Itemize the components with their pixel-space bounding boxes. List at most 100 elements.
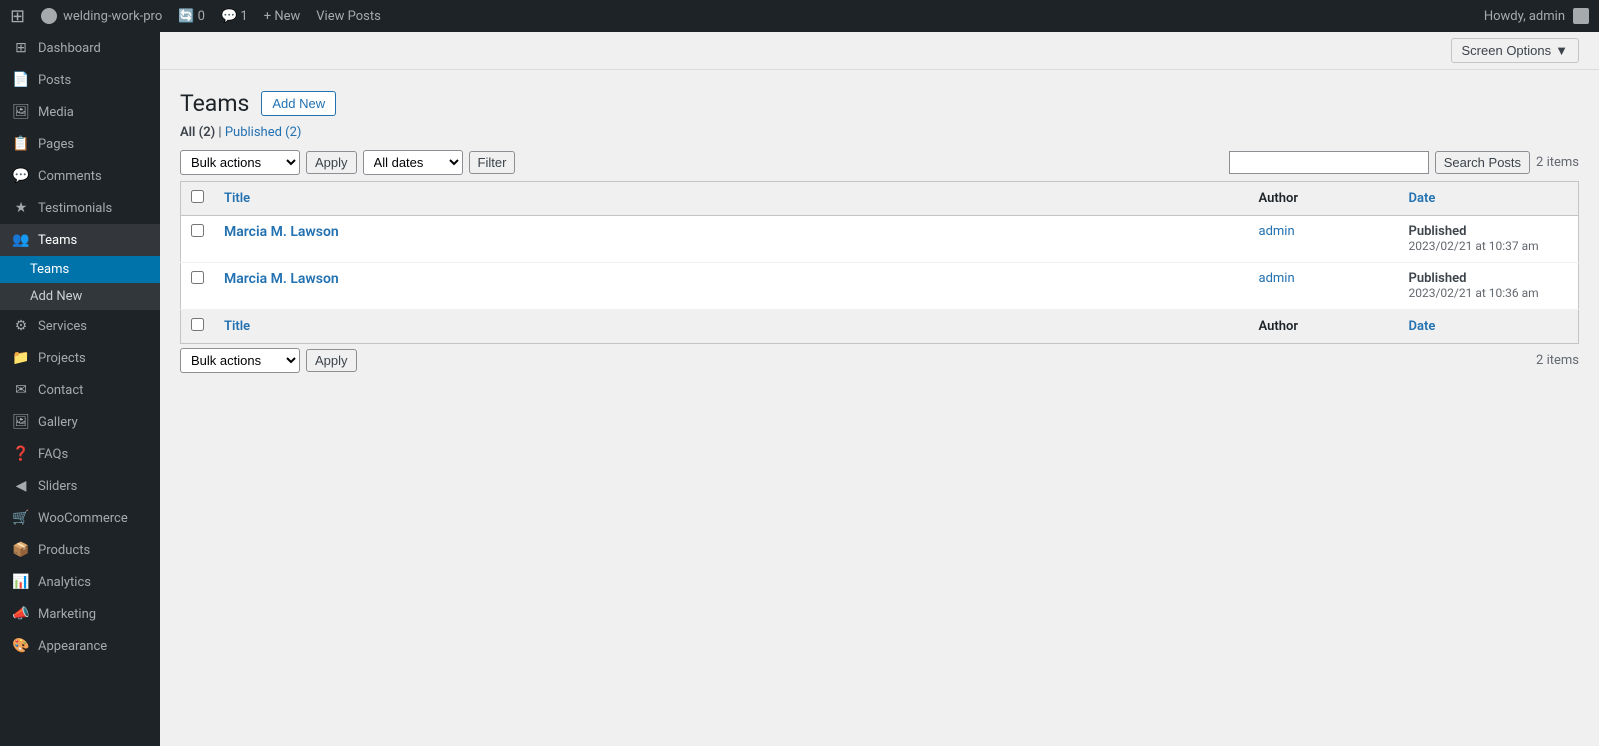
sidebar-item-label: Marketing bbox=[38, 607, 96, 622]
sidebar-item-projects[interactable]: 📁 Projects bbox=[0, 342, 160, 374]
row-date-cell: Published 2023/02/21 at 10:37 am bbox=[1399, 216, 1579, 263]
sidebar-item-label: Testimonials bbox=[38, 201, 112, 216]
row-date-cell: Published 2023/02/21 at 10:36 am bbox=[1399, 263, 1579, 310]
date-footer-header: Date bbox=[1399, 310, 1579, 344]
search-posts-input[interactable] bbox=[1229, 151, 1429, 174]
screen-options-button[interactable]: Screen Options ▼ bbox=[1451, 38, 1579, 63]
table-row: Marcia M. Lawson admin Published 2023/02… bbox=[181, 263, 1579, 310]
sidebar-item-products[interactable]: 📦 Products bbox=[0, 534, 160, 566]
sidebar-item-appearance[interactable]: 🎨 Appearance bbox=[0, 630, 160, 662]
main-content: Screen Options ▼ Teams Add New All (2) |… bbox=[160, 32, 1599, 746]
posts-table: Title Author Date Marcia M. Lawson ad bbox=[180, 181, 1579, 344]
author-link[interactable]: admin bbox=[1259, 224, 1295, 239]
tablenav-bottom: Bulk actions Apply 2 items bbox=[180, 348, 1579, 373]
admin-sidebar: ⊞ Dashboard 📄 Posts 🖼 Media 📋 Pages 💬 Co… bbox=[0, 32, 160, 746]
tablenav-left-top: Bulk actions Apply All dates Filter bbox=[180, 150, 515, 175]
sidebar-item-posts[interactable]: 📄 Posts bbox=[0, 64, 160, 96]
teams-icon: 👥 bbox=[12, 232, 30, 248]
row-checkbox[interactable] bbox=[191, 224, 204, 237]
projects-icon: 📁 bbox=[12, 350, 30, 366]
sidebar-item-testimonials[interactable]: ★ Testimonials bbox=[0, 192, 160, 224]
admin-bar: ⊞ welding-work-pro 🔄 0 💬 1 + New View Po… bbox=[0, 0, 1599, 32]
sidebar-item-dashboard[interactable]: ⊞ Dashboard bbox=[0, 32, 160, 64]
sidebar-item-sliders[interactable]: ◀ Sliders bbox=[0, 470, 160, 502]
sidebar-item-teams[interactable]: 👥 Teams bbox=[0, 224, 160, 256]
sidebar-item-faqs[interactable]: ❓ FAQs bbox=[0, 438, 160, 470]
table-body: Marcia M. Lawson admin Published 2023/02… bbox=[181, 216, 1579, 310]
woocommerce-icon: 🛒 bbox=[12, 510, 30, 526]
sidebar-item-gallery[interactable]: 🖼 Gallery bbox=[0, 406, 160, 438]
sidebar-item-services[interactable]: ⚙ Services bbox=[0, 310, 160, 342]
sidebar-item-pages[interactable]: 📋 Pages bbox=[0, 128, 160, 160]
items-count-bottom: 2 items bbox=[1536, 353, 1579, 368]
post-title-link[interactable]: Marcia M. Lawson bbox=[224, 224, 339, 240]
dashboard-icon: ⊞ bbox=[12, 40, 30, 56]
date-value: 2023/02/21 at 10:37 am bbox=[1409, 239, 1539, 253]
admin-avatar bbox=[1573, 8, 1589, 24]
wp-logo-icon[interactable]: ⊞ bbox=[10, 6, 25, 27]
sidebar-item-marketing[interactable]: 📣 Marketing bbox=[0, 598, 160, 630]
filter-button[interactable]: Filter bbox=[469, 151, 516, 174]
sidebar-item-label: Products bbox=[38, 543, 90, 558]
sidebar-item-label: FAQs bbox=[38, 447, 68, 462]
filter-all-link[interactable]: All (2) bbox=[180, 125, 218, 140]
select-all-checkbox[interactable] bbox=[191, 190, 204, 203]
apply-button-bottom[interactable]: Apply bbox=[306, 349, 357, 372]
tablenav-left-bottom: Bulk actions Apply bbox=[180, 348, 357, 373]
row-checkbox-cell bbox=[181, 263, 215, 310]
dates-filter-select[interactable]: All dates bbox=[363, 150, 463, 175]
sidebar-item-label: Sliders bbox=[38, 479, 77, 494]
date-sort-link[interactable]: Date bbox=[1409, 191, 1436, 206]
post-title-link[interactable]: Marcia M. Lawson bbox=[224, 271, 339, 287]
row-checkbox[interactable] bbox=[191, 271, 204, 284]
row-author-cell: admin bbox=[1249, 216, 1399, 263]
select-all-header bbox=[181, 182, 215, 216]
bulk-actions-select-top[interactable]: Bulk actions bbox=[180, 150, 300, 175]
page-title-wrap: Teams Add New bbox=[180, 80, 1579, 117]
sidebar-item-media[interactable]: 🖼 Media bbox=[0, 96, 160, 128]
new-content-button[interactable]: + New bbox=[264, 9, 301, 24]
site-name-label: welding-work-pro bbox=[63, 9, 162, 24]
title-footer-sort-link[interactable]: Title bbox=[224, 319, 250, 334]
date-value: 2023/02/21 at 10:36 am bbox=[1409, 286, 1539, 300]
row-title-cell: Marcia M. Lawson bbox=[214, 263, 1249, 310]
admin-user-menu[interactable]: Howdy, admin bbox=[1484, 8, 1589, 24]
table-row: Marcia M. Lawson admin Published 2023/02… bbox=[181, 216, 1579, 263]
author-link[interactable]: admin bbox=[1259, 271, 1295, 286]
updates-icon[interactable]: 🔄 0 bbox=[178, 9, 205, 24]
filter-published-link[interactable]: Published (2) bbox=[225, 125, 302, 140]
site-icon bbox=[41, 8, 57, 24]
view-posts-link[interactable]: View Posts bbox=[316, 9, 381, 24]
page-title: Teams bbox=[180, 90, 249, 117]
sidebar-item-teams-all[interactable]: Teams bbox=[0, 256, 160, 283]
sidebar-item-teams-add-new[interactable]: Add New bbox=[0, 283, 160, 310]
sidebar-item-label: Projects bbox=[38, 351, 86, 366]
select-all-footer-checkbox[interactable] bbox=[191, 318, 204, 331]
title-sort-link[interactable]: Title bbox=[224, 191, 250, 206]
add-new-button[interactable]: Add New bbox=[261, 91, 336, 116]
tablenav-right-bottom: 2 items bbox=[1536, 353, 1579, 368]
title-column-header: Title bbox=[214, 182, 1249, 216]
screen-options-bar: Screen Options ▼ bbox=[160, 32, 1599, 70]
sidebar-item-label: Analytics bbox=[38, 575, 91, 590]
apply-button-top[interactable]: Apply bbox=[306, 151, 357, 174]
tablenav-top: Bulk actions Apply All dates Filter Sear… bbox=[180, 150, 1579, 175]
gallery-icon: 🖼 bbox=[12, 414, 30, 430]
sidebar-item-contact[interactable]: ✉ Contact bbox=[0, 374, 160, 406]
search-posts-button[interactable]: Search Posts bbox=[1435, 151, 1530, 174]
screen-options-arrow-icon: ▼ bbox=[1555, 43, 1568, 58]
screen-options-label: Screen Options bbox=[1462, 43, 1552, 58]
author-footer-header: Author bbox=[1249, 310, 1399, 344]
sidebar-item-label: Gallery bbox=[38, 415, 78, 430]
site-name[interactable]: welding-work-pro bbox=[41, 8, 162, 24]
date-footer-sort-link[interactable]: Date bbox=[1409, 319, 1436, 334]
author-column-header: Author bbox=[1249, 182, 1399, 216]
comments-icon[interactable]: 💬 1 bbox=[221, 9, 248, 24]
sidebar-item-analytics[interactable]: 📊 Analytics bbox=[0, 566, 160, 598]
table-header-row: Title Author Date bbox=[181, 182, 1579, 216]
sidebar-item-comments[interactable]: 💬 Comments bbox=[0, 160, 160, 192]
contact-icon: ✉ bbox=[12, 382, 30, 398]
pages-icon: 📋 bbox=[12, 136, 30, 152]
bulk-actions-select-bottom[interactable]: Bulk actions bbox=[180, 348, 300, 373]
sidebar-item-woocommerce[interactable]: 🛒 WooCommerce bbox=[0, 502, 160, 534]
